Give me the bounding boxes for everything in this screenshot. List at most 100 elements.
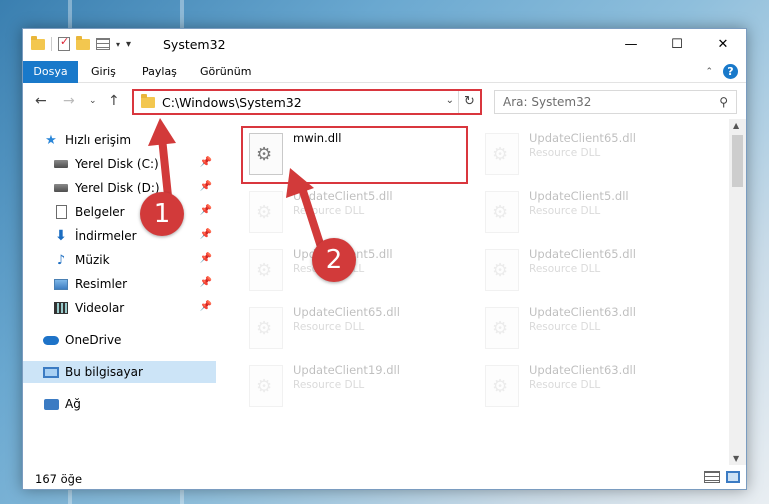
tab-share[interactable]: Paylaş	[142, 61, 177, 83]
pin-icon[interactable]: 📌	[200, 301, 212, 312]
window-title: System32	[163, 37, 226, 52]
file-type: Resource DLL	[529, 147, 601, 159]
help-icon[interactable]: ?	[723, 64, 738, 79]
nav-item-label: Yerel Disk (D:)	[75, 181, 160, 195]
address-path[interactable]: C:\Windows\System32	[162, 95, 302, 110]
vertical-scrollbar[interactable]: ▲ ▼	[729, 119, 746, 465]
file-item[interactable]: UpdateClient63.dll Resource DLL	[483, 301, 708, 355]
properties-icon[interactable]	[58, 35, 70, 51]
dll-file-icon	[249, 249, 283, 291]
dll-file-icon	[249, 307, 283, 349]
this-pc-icon	[43, 365, 59, 379]
nav-item-label: Videolar	[75, 301, 125, 315]
view-toggle	[704, 471, 740, 483]
nav-item-network[interactable]: Ağ	[23, 393, 216, 415]
large-icons-view-icon[interactable]	[726, 471, 740, 483]
title-bar: ▾ ▾ System32 — ☐ ✕	[23, 29, 746, 61]
search-input[interactable]: Ara: System32	[503, 95, 591, 109]
network-icon	[43, 397, 59, 411]
nav-item-pictures[interactable]: Resimler 📌	[23, 273, 216, 295]
documents-icon	[53, 205, 69, 219]
nav-item-local-disk-c[interactable]: Yerel Disk (C:) 📌	[23, 153, 216, 175]
file-name: UpdateClient5.dll	[529, 189, 629, 203]
file-item[interactable]: UpdateClient65.dll Resource DLL	[483, 243, 708, 297]
address-dropdown-icon[interactable]: ⌄	[446, 95, 454, 106]
nav-item-downloads[interactable]: ⬇ İndirmeler 📌	[23, 225, 216, 247]
callout-step-1: 1	[140, 192, 184, 236]
pin-icon[interactable]: 📌	[200, 157, 212, 168]
up-arrow-icon[interactable]: ↑	[108, 93, 120, 109]
pin-icon[interactable]: 📌	[200, 277, 212, 288]
new-folder-icon[interactable]	[76, 35, 90, 50]
quick-access-star-icon: ★	[45, 132, 57, 148]
downloads-icon: ⬇	[55, 228, 67, 244]
forward-arrow-icon[interactable]: →	[63, 93, 75, 109]
details-view-icon[interactable]	[704, 471, 720, 483]
refresh-icon[interactable]: ↻	[458, 91, 480, 113]
file-item[interactable]: UpdateClient63.dll Resource DLL	[483, 359, 708, 413]
tab-file[interactable]: Dosya	[23, 61, 78, 83]
file-type: Resource DLL	[293, 321, 365, 333]
file-item[interactable]: UpdateClient65.dll Resource DLL	[483, 127, 708, 181]
file-item[interactable]: UpdateClient5.dll Resource DLL	[247, 185, 472, 239]
scroll-up-icon[interactable]: ▲	[733, 121, 739, 130]
nav-item-music[interactable]: ♪ Müzik 📌	[23, 249, 216, 271]
nav-item-this-pc[interactable]: Bu bilgisayar	[23, 361, 216, 383]
dll-file-icon	[249, 365, 283, 407]
recent-locations-icon[interactable]: ⌄	[89, 96, 97, 106]
pin-icon[interactable]: 📌	[200, 253, 212, 264]
collapse-ribbon-icon[interactable]: ⌃	[705, 67, 713, 77]
quick-access-toolbar: ▾ ▾	[31, 35, 131, 51]
toolbar-separator	[51, 37, 52, 51]
file-item[interactable]: UpdateClient19.dll Resource DLL	[247, 359, 472, 413]
nav-item-label: Ağ	[65, 397, 81, 411]
scrollbar-thumb[interactable]	[732, 135, 743, 187]
file-name: UpdateClient65.dll	[293, 305, 400, 319]
search-icon[interactable]: ⚲	[719, 95, 728, 109]
address-bar[interactable]: C:\Windows\System32 ⌄ ↻	[132, 89, 482, 115]
pin-icon[interactable]: 📌	[200, 181, 212, 192]
nav-item-documents[interactable]: Belgeler 📌	[23, 201, 216, 223]
minimize-button[interactable]: —	[608, 29, 654, 59]
ribbon-tabs: Dosya Giriş Paylaş Görünüm ⌃ ?	[23, 61, 746, 83]
nav-item-label: Resimler	[75, 277, 128, 291]
maximize-button[interactable]: ☐	[654, 29, 700, 59]
file-name: UpdateClient63.dll	[529, 363, 636, 377]
tab-view[interactable]: Görünüm	[200, 61, 251, 83]
file-item[interactable]: UpdateClient5.dll Resource DLL	[483, 185, 708, 239]
file-type: Resource DLL	[293, 379, 365, 391]
back-arrow-icon[interactable]: ←	[35, 93, 47, 109]
pin-icon[interactable]: 📌	[200, 229, 212, 240]
customize-toolbar-icon[interactable]: ▾	[126, 39, 131, 50]
close-button[interactable]: ✕	[700, 29, 746, 59]
file-item[interactable]: UpdateClient65.dll Resource DLL	[247, 301, 472, 355]
file-item[interactable]: UpdateClient5.dll Resource DLL	[247, 243, 472, 297]
item-count: 167 öğe	[35, 472, 83, 486]
folder-icon[interactable]	[31, 35, 45, 50]
folder-icon	[141, 94, 155, 108]
nav-item-label: Bu bilgisayar	[65, 365, 143, 379]
nav-item-quick-access[interactable]: ★ Hızlı erişim	[23, 129, 216, 151]
pin-icon[interactable]: 📌	[200, 205, 212, 216]
disk-icon	[53, 157, 69, 171]
nav-item-onedrive[interactable]: OneDrive	[23, 329, 216, 351]
nav-item-label: İndirmeler	[75, 229, 137, 243]
file-type: Resource DLL	[529, 379, 601, 391]
navigation-row: ← → ⌄ ↑ C:\Windows\System32 ⌄ ↻ Ara: Sys…	[23, 89, 746, 115]
chevron-down-icon[interactable]: ▾	[116, 40, 120, 49]
file-name: UpdateClient63.dll	[529, 305, 636, 319]
nav-item-local-disk-d[interactable]: Yerel Disk (D:) 📌	[23, 177, 216, 199]
view-options-icon[interactable]	[96, 38, 110, 50]
nav-item-label: Belgeler	[75, 205, 125, 219]
dll-file-icon	[485, 307, 519, 349]
nav-item-videos[interactable]: Videolar 📌	[23, 297, 216, 319]
pictures-icon	[53, 277, 69, 291]
file-name: UpdateClient5.dll	[293, 189, 393, 203]
scroll-down-icon[interactable]: ▼	[733, 454, 739, 463]
nav-item-label: Müzik	[75, 253, 110, 267]
tab-home[interactable]: Giriş	[91, 61, 116, 83]
search-box[interactable]: Ara: System32 ⚲	[494, 90, 737, 114]
explorer-window: ▾ ▾ System32 — ☐ ✕ Dosya Giriş Paylaş Gö…	[22, 28, 747, 490]
dll-file-icon	[249, 191, 283, 233]
status-bar: 167 öğe	[23, 467, 746, 489]
